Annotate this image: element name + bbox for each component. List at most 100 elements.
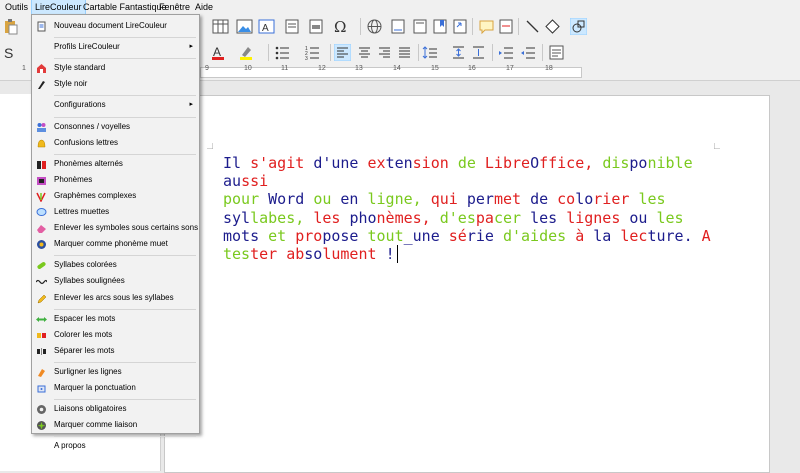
menu-item-marquer-comme-liaison[interactable]: Marquer comme liaison: [32, 418, 199, 432]
ruler-number: 10: [244, 65, 252, 72]
menu-item-separer-les-mots[interactable]: Séparer les mots: [32, 344, 199, 358]
strikethrough-icon[interactable]: S: [2, 44, 19, 61]
menu-item-enlever-les-symboles-sous-certains-sons[interactable]: Enlever les symboles sous certains sons: [32, 221, 199, 235]
menu-item-label: Enlever les symboles sous certains sons: [54, 223, 199, 233]
menu-item-label: Style noir: [54, 79, 88, 89]
align-left-icon[interactable]: [334, 44, 351, 61]
menu-bar: Outils LireCouleur Cartable Fantastique Fen…: [0, 0, 800, 15]
menubar-item-lirecouleur[interactable]: LireCouleur: [31, 0, 86, 15]
justify-icon[interactable]: [396, 44, 413, 61]
document-page[interactable]: [164, 95, 770, 473]
menu-item-syllabes-colorees[interactable]: Syllabes colorées: [32, 258, 199, 272]
highlight-icon[interactable]: [238, 44, 255, 61]
menu-item-label: Syllabes soulignées: [54, 276, 125, 286]
font-color-icon[interactable]: A: [210, 44, 227, 61]
align-center-icon[interactable]: [356, 44, 373, 61]
menu-item-graphemes-complexes[interactable]: Graphèmes complexes: [32, 189, 199, 203]
textbox-icon[interactable]: A: [258, 18, 275, 35]
decrease-indent-icon[interactable]: [520, 44, 537, 61]
bullets-icon[interactable]: [274, 44, 291, 61]
paragraph-dialog-icon[interactable]: [548, 44, 565, 61]
menu-item-liaisons-obligatoires[interactable]: Liaisons obligatoires: [32, 402, 199, 416]
menu-item-espacer-les-mots[interactable]: Espacer les mots: [32, 312, 199, 326]
align-right-icon[interactable]: [376, 44, 393, 61]
menu-item-label: Consonnes / voyelles: [54, 121, 131, 131]
line-spacing-icon[interactable]: [422, 44, 439, 61]
text-segment: pa: [475, 208, 494, 227]
bell-icon: [37, 139, 46, 147]
speech-bubble-icon: [36, 208, 47, 216]
image-icon[interactable]: [236, 18, 253, 35]
menu-item-marquer-comme-phoneme-muet[interactable]: Marquer comme phonème muet: [32, 237, 199, 251]
text-segment: Il: [223, 154, 242, 172]
people-icon: [37, 122, 46, 132]
show-draw-functions-icon[interactable]: [570, 18, 587, 35]
menu-item-label: Graphèmes complexes: [54, 190, 137, 200]
menu-item-confusions-lettres[interactable]: Confusions lettres: [32, 136, 199, 150]
bookmark-icon[interactable]: [432, 18, 449, 35]
document-text[interactable]: Il s'agit d'une extension de LibreOffice…: [223, 154, 713, 264]
track-changes-icon[interactable]: [498, 18, 515, 35]
menu-item-colorer-les-mots[interactable]: Colorer les mots: [32, 328, 199, 342]
text-segment: A: [701, 226, 711, 245]
text-segment: les: [638, 190, 666, 209]
text-segment: _: [403, 226, 413, 245]
menu-item-label: Colorer les mots: [54, 329, 113, 339]
text-segment: de: [530, 190, 549, 209]
menu-separator: [54, 116, 196, 118]
special-char-icon[interactable]: Ω: [332, 18, 349, 35]
menubar-item-fen-tre[interactable]: Fenêtre: [156, 0, 193, 14]
decrease-spacing-icon[interactable]: [470, 44, 487, 61]
menubar-item-outils[interactable]: Outils: [2, 0, 31, 14]
footnote-icon[interactable]: [390, 18, 407, 35]
header-footer-icon[interactable]: [412, 18, 429, 35]
paste-icon[interactable]: [2, 18, 19, 35]
menubar-item-aide[interactable]: Aide: [192, 0, 216, 14]
field-icon[interactable]: [308, 18, 325, 35]
menu-item-label: Enlever les arcs sous les syllabes: [54, 292, 174, 302]
line-icon[interactable]: [524, 18, 541, 35]
lirecouleur-menu: Nouveau document LireCouleur Profils Lire…: [31, 14, 200, 450]
menu-item-label: A propos: [54, 441, 86, 451]
text-segment: pour: [223, 190, 260, 209]
menu-item-lettres-muettes[interactable]: Lettres muettes: [32, 205, 199, 219]
menu-separator: [54, 37, 196, 39]
table-icon[interactable]: [212, 18, 229, 35]
menu-item-syllabes-soulignees[interactable]: Syllabes soulignées: [32, 274, 199, 288]
menu-item-phonemes-alternes[interactable]: Phonèmes alternés: [32, 157, 199, 171]
menu-separator: [54, 255, 196, 257]
comment-icon[interactable]: [478, 18, 495, 35]
menu-separator: [54, 153, 196, 155]
increase-indent-icon[interactable]: [498, 44, 515, 61]
text-segment: cer: [493, 208, 522, 227]
menu-item-phonemes[interactable]: Phonèmes: [32, 173, 199, 187]
text-segment: une: [412, 226, 440, 245]
menu-item-consonnes-voyelles[interactable]: Consonnes / voyelles: [32, 120, 199, 134]
menu-item-label: Marquer la ponctuation: [54, 383, 136, 392]
phoneme-icon: [37, 176, 46, 185]
text-segment: pro: [295, 226, 323, 245]
link-icon[interactable]: [284, 18, 301, 35]
menu-item-configurations[interactable]: Configurations ▸: [32, 98, 199, 112]
hyperlink-icon[interactable]: [366, 18, 383, 35]
numbering-icon[interactable]: 123: [304, 44, 321, 61]
text-segment: agit: [268, 154, 305, 172]
menu-item-surligner-les-lignes[interactable]: Surligner les lignes: [32, 365, 199, 379]
cross-reference-icon[interactable]: [452, 18, 469, 35]
menu-item-profils-lirecouleur[interactable]: Profils LireCouleur ▸: [32, 40, 199, 54]
highlighter-icon: [38, 368, 45, 377]
menu-item-marquer-la-ponctuation[interactable]: Marquer la ponctuation: [32, 381, 199, 395]
paragraph-spacing-icon[interactable]: [450, 44, 467, 61]
menu-item-enlever-les-arcs-sous-les-syllabes[interactable]: Enlever les arcs sous les syllabes: [32, 291, 199, 305]
menu-item-style-noir[interactable]: Style noir: [32, 77, 199, 91]
menu-item-nouveau-document-lirecouleur[interactable]: Nouveau document LireCouleur: [32, 19, 199, 33]
menu-item-label: Nouveau document LireCouleur: [54, 21, 167, 30]
menu-item-a-propos[interactable]: A propos: [32, 439, 199, 453]
menu-item-style-standard[interactable]: Style standard: [32, 61, 199, 75]
submenu-arrow-icon: ▸: [189, 101, 193, 109]
basic-shapes-icon[interactable]: [544, 18, 561, 35]
